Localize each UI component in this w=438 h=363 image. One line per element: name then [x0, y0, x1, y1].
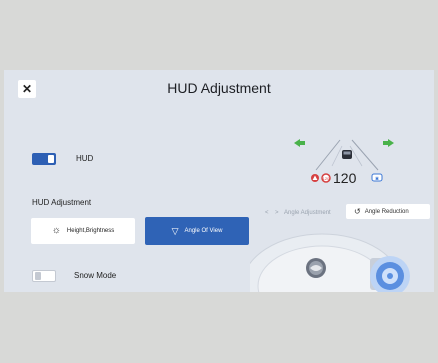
sun-icon: ☼: [51, 225, 61, 236]
svg-text:120: 120: [323, 176, 330, 181]
car-icon: [342, 150, 352, 159]
hud-preview: 120 120 ▣: [294, 139, 394, 186]
angle-reduction-label: Angle Reduction: [364, 208, 409, 215]
angle-of-view-label: Angle Of View: [184, 228, 223, 234]
cruise-icon: ▣: [371, 173, 383, 182]
height-brightness-label: Height,Brightness: [66, 228, 115, 234]
height-brightness-button[interactable]: ☼ Height,Brightness: [31, 218, 135, 244]
hud-toggle[interactable]: [32, 153, 56, 165]
section-title: HUD Adjustment: [32, 198, 92, 207]
steering-wheel-illustration: [250, 233, 410, 292]
rotate-icon: ↺: [354, 207, 361, 216]
hud-adjustment-panel: ✕ HUD Adjustment HUD 120 120 ▣ HUD Adjus…: [4, 70, 434, 292]
svg-text:▣: ▣: [375, 176, 379, 181]
toggle-knob: [35, 272, 41, 280]
toggle-knob: [48, 155, 54, 163]
warning-sign-icon: [311, 174, 319, 182]
arrow-left-icon: [294, 139, 305, 147]
snow-mode-toggle[interactable]: [32, 270, 56, 282]
speed-readout: 120: [333, 170, 357, 186]
hud-toggle-label: HUD: [76, 154, 94, 163]
page-title: HUD Adjustment: [167, 80, 271, 96]
angle-icon: ▽: [171, 225, 179, 236]
snow-mode-label: Snow Mode: [74, 271, 117, 280]
arrow-right-icon: [383, 139, 394, 147]
angle-of-view-button[interactable]: ▽ Angle Of View: [145, 217, 249, 245]
speed-limit-icon: 120: [321, 173, 331, 183]
